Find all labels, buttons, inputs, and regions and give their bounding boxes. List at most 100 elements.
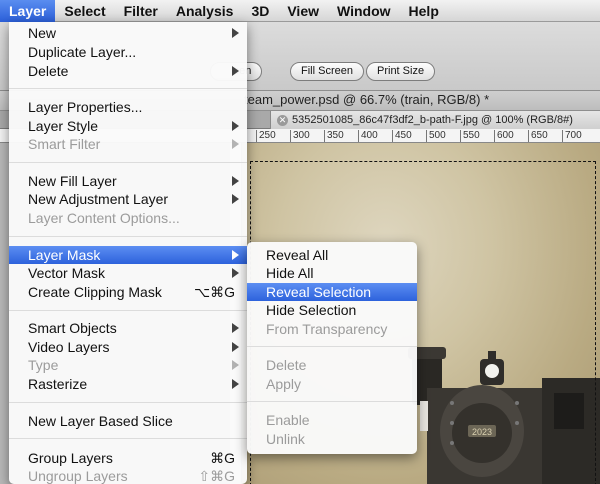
menu-help[interactable]: Help — [400, 0, 448, 22]
ruler-tick: 450 — [392, 130, 412, 142]
menu-item-new-layer-based-slice[interactable]: New Layer Based Slice — [9, 412, 247, 430]
ruler-tick: 500 — [426, 130, 446, 142]
menu-item-layer-style[interactable]: Layer Style — [9, 117, 247, 135]
menu-bar: Layer Select Filter Analysis 3D View Win… — [0, 0, 600, 22]
layer-menu: New Duplicate Layer... Delete Layer Prop… — [9, 22, 247, 484]
submenu-arrow-icon — [232, 360, 239, 370]
menu-item-label: New Adjustment Layer — [28, 191, 169, 207]
fill-screen-button[interactable]: Fill Screen — [290, 62, 364, 81]
menu-item-smart-filter: Smart Filter — [9, 135, 247, 153]
menu-item-smart-objects[interactable]: Smart Objects — [9, 319, 247, 337]
ruler-tick: 700 — [562, 130, 582, 142]
submenu-arrow-icon — [232, 66, 239, 76]
submenu-arrow-icon — [232, 194, 239, 204]
menu-separator — [247, 346, 417, 347]
menu-filter[interactable]: Filter — [115, 0, 167, 22]
submenu-item-reveal-selection[interactable]: Reveal Selection — [247, 283, 417, 301]
submenu-arrow-icon — [232, 250, 239, 260]
ruler-tick: 650 — [528, 130, 548, 142]
menu-item-video-layers[interactable]: Video Layers — [9, 338, 247, 356]
ruler-tick: 600 — [494, 130, 514, 142]
tab-inactive-document[interactable]: ✕ 5352501085_86c47f3df2_b-path-F.jpg @ 10… — [270, 111, 600, 129]
print-size-button[interactable]: Print Size — [366, 62, 436, 81]
submenu-arrow-icon — [232, 323, 239, 333]
submenu-item-unlink: Unlink — [247, 430, 417, 448]
menu-item-label: Create Clipping Mask — [28, 284, 162, 300]
menu-item-layer-properties[interactable]: Layer Properties... — [9, 98, 247, 116]
menu-item-label: Hide Selection — [266, 302, 357, 318]
menu-item-label: Reveal Selection — [266, 284, 372, 300]
submenu-arrow-icon — [232, 342, 239, 352]
menu-item-label: Layer Style — [28, 118, 99, 134]
menu-3d[interactable]: 3D — [242, 0, 278, 22]
menu-item-label: From Transparency — [266, 321, 388, 337]
menu-item-label: Hide All — [266, 265, 314, 281]
menu-item-layer-mask[interactable]: Layer Mask — [9, 246, 247, 264]
ruler-tick: 400 — [358, 130, 378, 142]
menu-item-new[interactable]: New — [9, 24, 247, 42]
submenu-item-from-transparency: From Transparency — [247, 320, 417, 338]
menu-item-shortcut: ⌥⌘G — [193, 284, 235, 300]
menu-item-label: Unlink — [266, 431, 305, 447]
menu-item-label: Video Layers — [28, 339, 110, 355]
submenu-arrow-icon — [232, 379, 239, 389]
menu-item-new-fill-layer[interactable]: New Fill Layer — [9, 172, 247, 190]
menu-item-vector-mask[interactable]: Vector Mask — [9, 264, 247, 282]
menu-item-label: Group Layers — [28, 450, 113, 466]
menu-analysis[interactable]: Analysis — [167, 0, 243, 22]
menu-separator — [9, 438, 247, 439]
layer-mask-submenu: Reveal All Hide All Reveal Selection Hid… — [247, 242, 417, 454]
menu-item-duplicate-layer[interactable]: Duplicate Layer... — [9, 43, 247, 61]
menu-item-label: Smart Objects — [28, 320, 117, 336]
tab-label: 5352501085_86c47f3df2_b-path-F.jpg @ 100… — [292, 114, 573, 126]
menu-item-label: Smart Filter — [28, 136, 101, 152]
menu-separator — [9, 402, 247, 403]
menu-item-label: New Fill Layer — [28, 173, 117, 189]
submenu-arrow-icon — [232, 176, 239, 186]
menu-item-label: Layer Content Options... — [28, 210, 180, 226]
menu-item-label: Enable — [266, 412, 310, 428]
menu-item-label: Vector Mask — [28, 265, 106, 281]
submenu-item-hide-all[interactable]: Hide All — [247, 264, 417, 282]
menu-item-rasterize[interactable]: Rasterize — [9, 375, 247, 393]
menu-item-label: Delete — [28, 63, 69, 79]
menu-window[interactable]: Window — [328, 0, 400, 22]
menu-item-label: Delete — [266, 357, 307, 373]
menu-item-new-adjustment-layer[interactable]: New Adjustment Layer — [9, 190, 247, 208]
menu-item-ungroup-layers: Ungroup Layers ⇧⌘G — [9, 467, 247, 484]
tab-close-icon[interactable]: ✕ — [277, 115, 288, 126]
menu-separator — [247, 401, 417, 402]
document-title: team_power.psd @ 66.7% (train, RGB/8) * — [244, 92, 490, 107]
submenu-arrow-icon — [232, 268, 239, 278]
menu-layer[interactable]: Layer — [0, 0, 56, 22]
menu-item-label: Rasterize — [28, 376, 88, 392]
menu-separator — [9, 236, 247, 237]
menu-item-layer-content-options: Layer Content Options... — [9, 209, 247, 227]
ruler-tick: 250 — [256, 130, 276, 142]
menu-item-label: Layer Properties... — [28, 99, 143, 115]
menu-item-label: New Layer Based Slice — [28, 413, 173, 429]
menu-separator — [9, 310, 247, 311]
ruler-tick: 300 — [290, 130, 310, 142]
menu-item-label: New — [28, 25, 57, 41]
menu-item-label: Ungroup Layers — [28, 468, 128, 484]
menu-item-label: Duplicate Layer... — [28, 44, 137, 60]
submenu-item-delete: Delete — [247, 356, 417, 374]
submenu-item-reveal-all[interactable]: Reveal All — [247, 246, 417, 264]
menu-item-label: Layer Mask — [28, 247, 101, 263]
menu-separator — [9, 162, 247, 163]
menu-view[interactable]: View — [278, 0, 328, 22]
submenu-item-apply: Apply — [247, 375, 417, 393]
submenu-item-hide-selection[interactable]: Hide Selection — [247, 301, 417, 319]
menu-item-create-clipping-mask[interactable]: Create Clipping Mask ⌥⌘G — [9, 283, 247, 301]
ruler-tick: 350 — [324, 130, 344, 142]
submenu-arrow-icon — [232, 121, 239, 131]
menu-item-group-layers[interactable]: Group Layers ⌘G — [9, 449, 247, 467]
submenu-arrow-icon — [232, 28, 239, 38]
menu-select[interactable]: Select — [55, 0, 114, 22]
menu-item-shortcut: ⇧⌘G — [198, 468, 235, 484]
menu-item-label: Type — [28, 357, 59, 373]
menu-item-label: Reveal All — [266, 247, 329, 263]
menu-item-delete[interactable]: Delete — [9, 62, 247, 80]
menu-item-type: Type — [9, 356, 247, 374]
